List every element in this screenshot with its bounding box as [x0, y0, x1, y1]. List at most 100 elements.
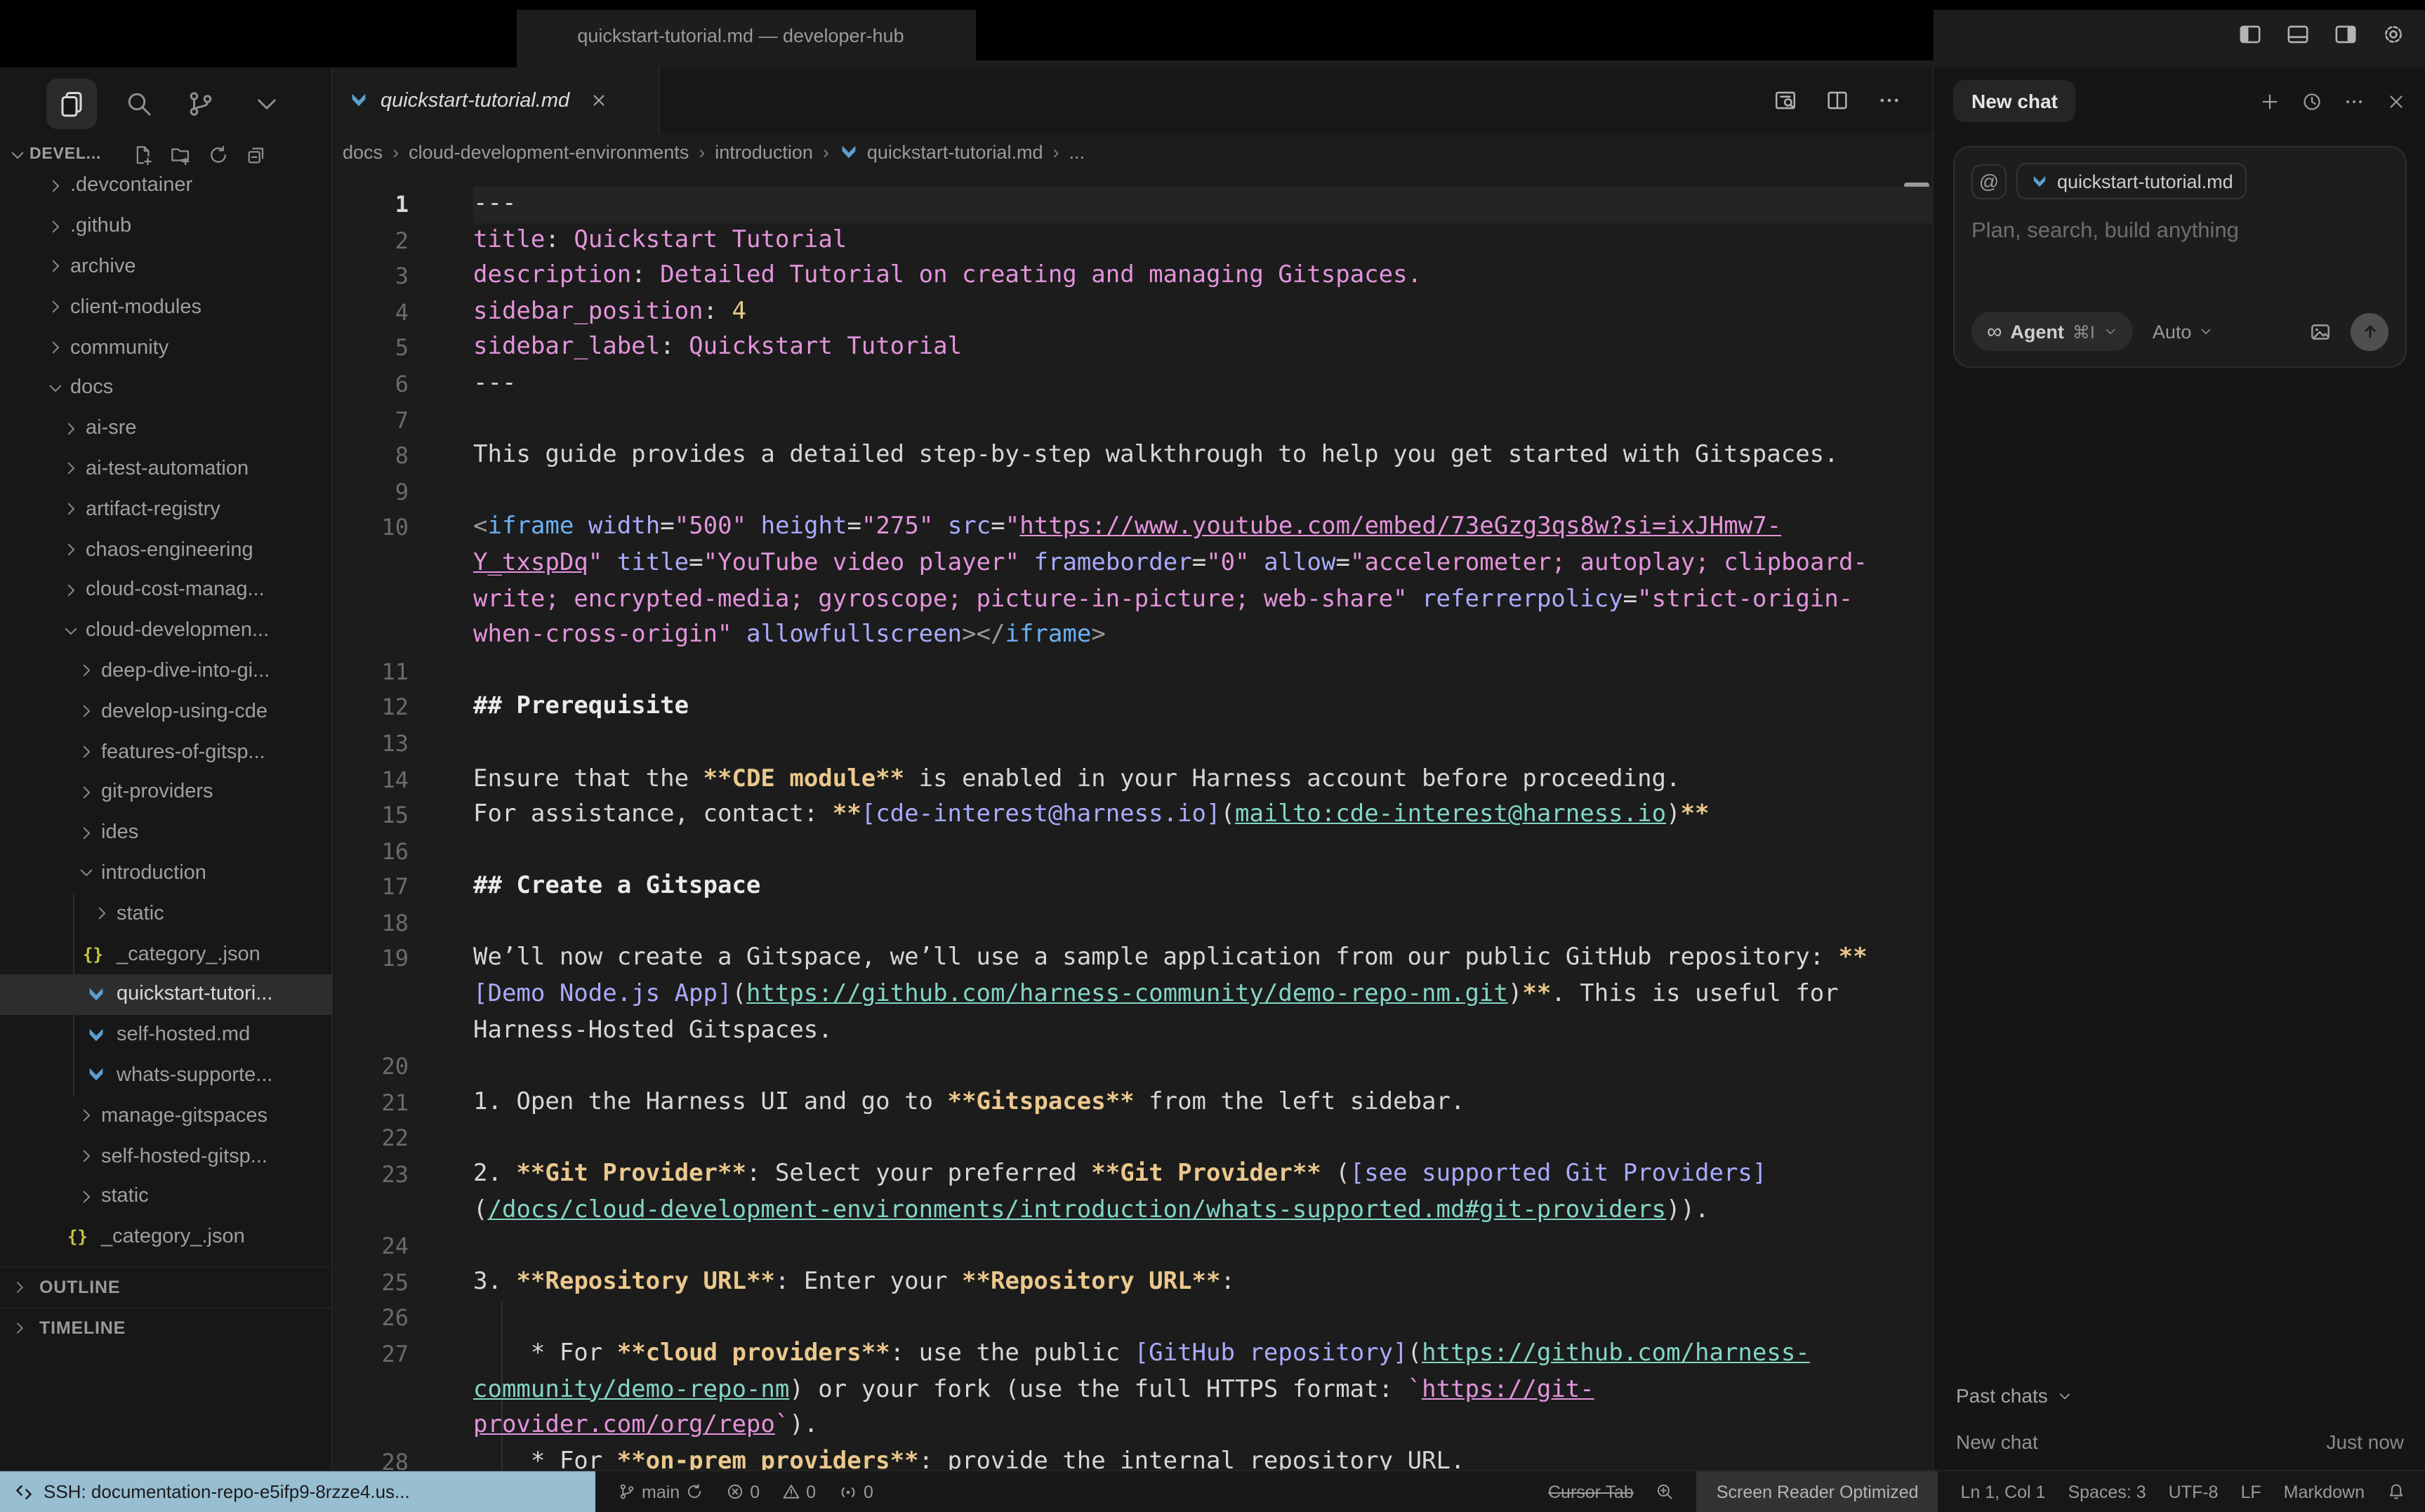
code-line-22[interactable]: 22 [333, 1121, 1932, 1157]
tree-item-self-hosted.md[interactable]: self-hosted.md [0, 1014, 333, 1055]
remote-indicator[interactable]: SSH: documentation-repo-e5ifp9-8rzze4.us… [0, 1471, 595, 1512]
code-line-18[interactable]: 18 [333, 906, 1932, 941]
new-folder-icon[interactable] [170, 144, 191, 165]
code-area[interactable]: 1---2title: Quickstart Tutorial3descript… [333, 171, 1932, 1470]
tree-item-docs[interactable]: docs [0, 368, 333, 409]
tree-item-static[interactable]: static [0, 1176, 333, 1217]
kebab-icon[interactable] [1877, 88, 1901, 112]
new-file-icon[interactable] [132, 144, 153, 165]
context-file-chip[interactable]: quickstart-tutorial.md [2016, 163, 2247, 199]
code-line-13[interactable]: 13 [333, 726, 1932, 762]
chat-kebab-icon[interactable] [2344, 91, 2365, 112]
tree-item-develop-using-cde[interactable]: develop-using-cde [0, 691, 333, 732]
status-zoom-indicator[interactable] [1656, 1483, 1674, 1501]
tab-close-icon[interactable] [589, 91, 607, 110]
tree-item-ai-sre[interactable]: ai-sre [0, 409, 333, 449]
code-line-wrap[interactable]: (/docs/cloud-development-environments/in… [333, 1193, 1932, 1228]
attach-image-button[interactable] [2308, 319, 2332, 343]
activity-files-icon[interactable] [46, 79, 97, 129]
breadcrumb-item[interactable]: quickstart-tutorial.md [839, 142, 1043, 163]
activity-chevron-down-icon[interactable] [242, 79, 292, 129]
agent-mode-dropdown[interactable]: ∞ Agent ⌘I [1971, 312, 2133, 351]
status-language-mode[interactable]: Markdown [2284, 1482, 2365, 1501]
breadcrumb-item[interactable]: cloud-development-environments [409, 142, 689, 163]
status-eol[interactable]: LF [2240, 1482, 2261, 1501]
split-icon[interactable] [1825, 88, 1849, 112]
code-line-17[interactable]: 17## Create a Gitspace [333, 870, 1932, 906]
code-line-10[interactable]: 10<iframe width="500" height="275" src="… [333, 510, 1932, 546]
code-line-wrap[interactable]: Y_txspDq" title="YouTube video player" f… [333, 546, 1932, 582]
panel-left-icon[interactable] [2238, 22, 2262, 46]
status-git-branch[interactable]: main [618, 1482, 703, 1501]
code-line-wrap[interactable]: provider.com/org/repo`). [333, 1408, 1932, 1444]
status-warnings[interactable]: 0 [782, 1482, 816, 1501]
code-line-24[interactable]: 24 [333, 1228, 1932, 1264]
tree-item-archive[interactable]: archive [0, 246, 333, 287]
refresh-icon[interactable] [208, 144, 229, 165]
add-context-button[interactable]: @ [1971, 164, 2007, 199]
tree-item-introduction[interactable]: introduction [0, 853, 333, 894]
code-line-8[interactable]: 8This guide provides a detailed step-by-… [333, 438, 1932, 474]
chat-plus-icon[interactable] [2259, 91, 2280, 112]
chat-tab-new-chat[interactable]: New chat [1953, 80, 2076, 122]
activity-search-icon[interactable] [114, 79, 164, 129]
tree-item-whats-supporte...[interactable]: whats-supporte... [0, 1055, 333, 1096]
gear-icon[interactable] [2381, 22, 2405, 46]
code-line-6[interactable]: 6--- [333, 366, 1932, 402]
tab-quickstart-tutorial[interactable]: quickstart-tutorial.md [333, 67, 660, 133]
tree-item-community[interactable]: community [0, 327, 333, 368]
panel-right-icon[interactable] [2334, 22, 2358, 46]
collapse-all-icon[interactable] [246, 144, 267, 165]
tree-item-_category_.json[interactable]: {}_category_.json [0, 934, 333, 974]
tree-item-manage-gitspaces[interactable]: manage-gitspaces [0, 1096, 333, 1136]
breadcrumb-item[interactable]: docs [343, 142, 383, 163]
chat-close-icon[interactable] [2386, 91, 2407, 112]
tree-item-cloud-cost-manag...[interactable]: cloud-cost-manag... [0, 570, 333, 611]
tree-item-artifact-registry[interactable]: artifact-registry [0, 489, 333, 530]
tree-item-quickstart-tutori...[interactable]: quickstart-tutori... [0, 974, 333, 1015]
code-line-23[interactable]: 232. **Git Provider**: Select your prefe… [333, 1157, 1932, 1193]
tree-item-cloud-developmen...[interactable]: cloud-developmen... [0, 611, 333, 651]
code-line-wrap[interactable]: when-cross-origin" allowfullscreen></ifr… [333, 618, 1932, 654]
tree-item-ai-test-automation[interactable]: ai-test-automation [0, 449, 333, 489]
tree-item-chaos-engineering[interactable]: chaos-engineering [0, 529, 333, 570]
breadcrumb-item[interactable]: introduction [715, 142, 813, 163]
tree-item-deep-dive-into-gi...[interactable]: deep-dive-into-gi... [0, 651, 333, 691]
tree-item-.devcontainer[interactable]: .devcontainer [0, 166, 333, 206]
code-line-9[interactable]: 9 [333, 475, 1932, 510]
code-line-15[interactable]: 15For assistance, contact: **[cde-intere… [333, 797, 1932, 833]
status-indentation[interactable]: Spaces: 3 [2068, 1482, 2146, 1501]
code-line-28[interactable]: 28 * For **on-prem providers**: provide … [333, 1445, 1932, 1470]
code-line-wrap[interactable]: write; encrypted-media; gyroscope; pictu… [333, 582, 1932, 618]
panel-bottom-icon[interactable] [2286, 22, 2310, 46]
code-line-25[interactable]: 253. **Repository URL**: Enter your **Re… [333, 1265, 1932, 1301]
tree-item-.github[interactable]: .github [0, 206, 333, 247]
tree-item-self-hosted-gitsp...[interactable]: self-hosted-gitsp... [0, 1136, 333, 1176]
model-dropdown[interactable]: Auto [2153, 321, 2213, 342]
tree-item-client-modules[interactable]: client-modules [0, 287, 333, 328]
status-cursor-tab[interactable]: Cursor Tab [1548, 1482, 1634, 1501]
code-line-wrap[interactable]: community/demo-repo-nm) or your fork (us… [333, 1372, 1932, 1408]
code-line-20[interactable]: 20 [333, 1049, 1932, 1085]
code-line-19[interactable]: 19We’ll now create a Gitspace, we’ll use… [333, 941, 1932, 977]
sidebar-panel-timeline[interactable]: TIMELINE [0, 1307, 333, 1346]
code-line-12[interactable]: 12## Prerequisite [333, 690, 1932, 726]
code-line-21[interactable]: 211. Open the Harness UI and go to **Git… [333, 1085, 1932, 1121]
status-notifications[interactable] [2387, 1483, 2405, 1501]
code-line-1[interactable]: 1--- [333, 187, 1932, 223]
sidebar-panel-outline[interactable]: OUTLINE [0, 1266, 333, 1306]
code-line-7[interactable]: 7 [333, 402, 1932, 438]
tree-item-ides[interactable]: ides [0, 813, 333, 854]
breadcrumb[interactable]: docs›cloud-development-environments›intr… [333, 133, 1932, 171]
status-ports[interactable]: 0 [838, 1482, 873, 1501]
code-line-14[interactable]: 14Ensure that the **CDE module** is enab… [333, 762, 1932, 797]
preview-icon[interactable] [1773, 88, 1797, 112]
chat-input-placeholder[interactable]: Plan, search, build anything [1971, 219, 2388, 244]
code-line-2[interactable]: 2title: Quickstart Tutorial [333, 223, 1932, 258]
tree-item-features-of-gitsp...[interactable]: features-of-gitsp... [0, 731, 333, 772]
status-cursor-position[interactable]: Ln 1, Col 1 [1961, 1482, 2046, 1501]
code-line-3[interactable]: 3description: Detailed Tutorial on creat… [333, 258, 1932, 294]
past-chat-item[interactable]: New chat Just now [1934, 1418, 2425, 1466]
past-chats-dropdown[interactable]: Past chats [1956, 1384, 2073, 1407]
code-line-26[interactable]: 26 [333, 1301, 1932, 1337]
